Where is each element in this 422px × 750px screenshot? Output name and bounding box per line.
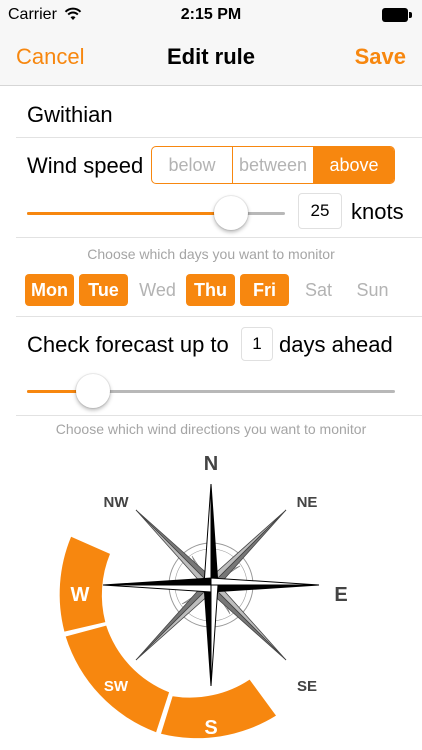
- direction-label-s[interactable]: S: [204, 717, 217, 739]
- rule-name-input[interactable]: [27, 100, 407, 130]
- direction-label-ne[interactable]: NE: [297, 494, 318, 511]
- wind-direction-compass: N NE E SE S SW W NW: [59, 453, 348, 739]
- day-toggle-thu[interactable]: Thu: [186, 274, 235, 306]
- wind-speed-label: Wind speed: [27, 153, 144, 178]
- day-toggle-sun[interactable]: Sun: [348, 274, 397, 306]
- day-toggle-wed[interactable]: Wed: [133, 274, 182, 306]
- day-toggle-mon[interactable]: Mon: [25, 274, 74, 306]
- day-toggle-fri[interactable]: Fri: [240, 274, 289, 306]
- status-time: 2:15 PM: [180, 6, 242, 23]
- mode-between-button[interactable]: between: [233, 147, 314, 183]
- direction-label-sw[interactable]: SW: [104, 678, 129, 695]
- direction-label-n[interactable]: N: [204, 453, 218, 475]
- wind-speed-slider[interactable]: [27, 196, 285, 230]
- direction-label-e[interactable]: E: [334, 584, 347, 606]
- direction-label-nw[interactable]: NW: [104, 494, 130, 511]
- forecast-days-field[interactable]: 1: [241, 327, 273, 361]
- divider: [16, 415, 422, 416]
- divider: [16, 237, 422, 238]
- directions-hint: Choose which wind directions you want to…: [55, 421, 367, 437]
- mode-below-button[interactable]: below: [152, 147, 233, 183]
- slider-thumb[interactable]: [213, 196, 248, 230]
- status-bar: Carrier 2:15 PM: [0, 0, 422, 30]
- direction-label-se[interactable]: SE: [297, 678, 317, 695]
- divider: [16, 316, 422, 317]
- slider-fill: [27, 212, 231, 215]
- mode-above-button[interactable]: above: [314, 147, 394, 183]
- nav-bar: Cancel Edit rule Save: [0, 30, 422, 86]
- day-toggle-sat[interactable]: Sat: [294, 274, 343, 306]
- forecast-days-slider[interactable]: [27, 374, 395, 408]
- direction-segment-s[interactable]: [161, 679, 276, 739]
- wind-speed-unit: knots: [351, 199, 404, 224]
- forecast-suffix-label: days ahead: [279, 332, 393, 357]
- forecast-label: Check forecast up to: [27, 332, 229, 357]
- battery-icon: [382, 8, 412, 22]
- day-toggle-tue[interactable]: Tue: [79, 274, 128, 306]
- wind-mode-segmented-control: below between above: [151, 146, 395, 184]
- direction-label-w[interactable]: W: [71, 584, 90, 606]
- divider: [16, 137, 422, 138]
- days-hint: Choose which days you want to monitor: [87, 246, 335, 262]
- wind-speed-value-field[interactable]: 25: [298, 193, 342, 229]
- day-selector: Mon Tue Wed Thu Fri Sat Sun: [25, 274, 397, 306]
- save-button[interactable]: Save: [355, 44, 406, 70]
- slider-thumb[interactable]: [76, 374, 111, 408]
- compass-rose-icon: [102, 483, 320, 687]
